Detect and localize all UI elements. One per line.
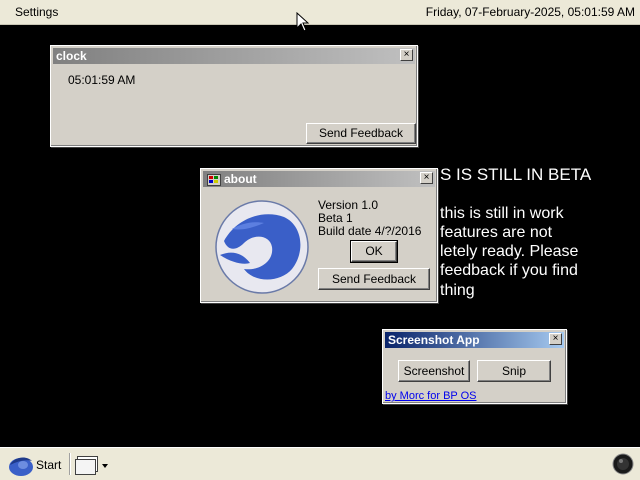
clock-time: 05:01:59 AM bbox=[68, 73, 136, 87]
beta-notice-line: letely ready. Please bbox=[440, 243, 579, 260]
screenshot-app-titlebar[interactable]: Screenshot App × bbox=[385, 332, 564, 348]
window-switcher-icon bbox=[75, 456, 108, 475]
screenshot-app-window: Screenshot App × Screenshot Snip by Morc… bbox=[382, 329, 567, 404]
about-info: Version 1.0 Beta 1 Build date 4/?/2016 bbox=[318, 199, 421, 238]
beta-notice-line: this is still in work bbox=[440, 205, 564, 222]
send-feedback-button[interactable]: Send Feedback bbox=[306, 123, 416, 144]
settings-menu[interactable]: Settings bbox=[15, 5, 58, 19]
chevron-down-icon bbox=[102, 464, 108, 468]
beta-notice-title: S IS STILL IN BETA bbox=[440, 165, 592, 184]
build-date-text: Build date 4/?/2016 bbox=[318, 224, 422, 238]
snip-button[interactable]: Snip bbox=[477, 360, 551, 382]
close-icon[interactable]: × bbox=[420, 172, 433, 184]
clock-titlebar[interactable]: clock × bbox=[53, 48, 415, 64]
screenshot-app-title: Screenshot App bbox=[388, 333, 480, 347]
credit-link[interactable]: by Morc for BP OS bbox=[385, 390, 477, 402]
about-window-title: about bbox=[224, 172, 257, 186]
close-icon[interactable]: × bbox=[549, 333, 562, 345]
send-feedback-button[interactable]: Send Feedback bbox=[318, 268, 430, 290]
clock-window-title: clock bbox=[56, 49, 87, 63]
date-time-display: Friday, 07-February-2025, 05:01:59 AM bbox=[425, 5, 635, 19]
start-label: Start bbox=[36, 458, 62, 472]
tray-orb-icon[interactable] bbox=[612, 453, 634, 475]
screenshot-button[interactable]: Screenshot bbox=[398, 360, 470, 382]
close-icon[interactable]: × bbox=[400, 49, 413, 61]
about-window: about × Version 1.0 Beta 1 Build date 4/… bbox=[200, 168, 438, 303]
start-button[interactable]: Start bbox=[8, 453, 66, 477]
beta-notice-line: features are not bbox=[440, 224, 553, 241]
mouse-cursor-icon bbox=[296, 12, 310, 32]
clock-window: clock × 05:01:59 AM Send Feedback bbox=[50, 45, 418, 147]
about-titlebar[interactable]: about × bbox=[203, 171, 435, 187]
taskbar-separator bbox=[69, 453, 71, 475]
taskbar: Start bbox=[0, 447, 640, 480]
ok-button[interactable]: OK bbox=[350, 240, 398, 263]
top-bar: Settings Friday, 07-February-2025, 05:01… bbox=[0, 0, 640, 25]
beta-notice-line: thing bbox=[440, 282, 475, 299]
window-switcher-button[interactable] bbox=[74, 453, 112, 477]
app-icon bbox=[207, 174, 221, 186]
start-logo-icon bbox=[9, 457, 33, 476]
beta-notice-line: feedback if you find bbox=[440, 262, 578, 279]
os-logo-icon bbox=[215, 200, 309, 294]
